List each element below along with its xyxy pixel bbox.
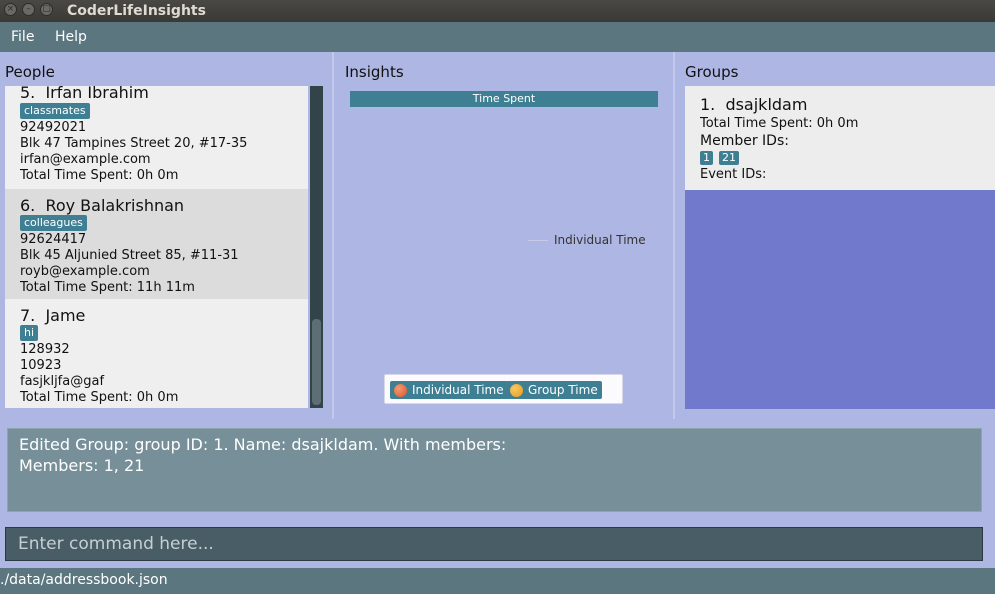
close-icon[interactable]: × bbox=[4, 3, 17, 16]
minimize-icon[interactable]: – bbox=[22, 3, 35, 16]
person-card[interactable]: 5. Irfan Ibrahim classmates 92492021 Blk… bbox=[5, 86, 308, 194]
pane-divider[interactable] bbox=[332, 52, 334, 419]
group-time-dot-icon bbox=[510, 384, 523, 397]
person-email: irfan@example.com bbox=[20, 152, 151, 167]
person-phone: 92492021 bbox=[20, 120, 87, 135]
group-time-spent: Total Time Spent: 0h 0m bbox=[700, 116, 859, 131]
chart-legend: Individual Time Group Time bbox=[384, 374, 623, 404]
result-line: Edited Group: group ID: 1. Name: dsajkld… bbox=[19, 435, 507, 454]
command-input[interactable] bbox=[5, 527, 983, 561]
person-address: 10923 bbox=[20, 358, 62, 373]
window-title: CoderLifeInsights bbox=[67, 3, 206, 19]
group-card[interactable]: 1. dsajkldam Total Time Spent: 0h 0m Mem… bbox=[685, 86, 995, 190]
person-time-spent: Total Time Spent: 0h 0m bbox=[20, 390, 179, 405]
group-member-label: Member IDs: bbox=[700, 133, 789, 149]
group-list-background bbox=[685, 190, 995, 409]
legend-label: Individual Time bbox=[412, 383, 504, 397]
group-name-text: dsajkldam bbox=[725, 95, 808, 114]
series-label: Individual Time bbox=[554, 233, 646, 247]
person-index: 7. bbox=[20, 306, 36, 325]
person-list-scrollbar[interactable] bbox=[310, 86, 323, 408]
person-name: 6. Roy Balakrishnan bbox=[20, 197, 184, 215]
group-index: 1. bbox=[700, 95, 716, 114]
insights-panel-title: Insights bbox=[345, 63, 404, 81]
title-bar: × – □ CoderLifeInsights bbox=[0, 0, 995, 22]
person-card[interactable]: 7. Jame hi 128932 10923 fasjkljfa@gaf To… bbox=[5, 299, 308, 408]
maximize-icon[interactable]: □ bbox=[40, 3, 53, 16]
scrollbar-thumb[interactable] bbox=[312, 319, 321, 405]
legend-item-group: Group Time bbox=[506, 381, 602, 399]
person-name: 7. Jame bbox=[20, 307, 85, 325]
person-phone: 128932 bbox=[20, 342, 70, 357]
group-event-label: Event IDs: bbox=[700, 167, 767, 182]
menu-bar: File Help bbox=[0, 22, 995, 52]
groups-panel-title: Groups bbox=[685, 63, 739, 81]
person-tag: colleagues bbox=[20, 215, 87, 231]
person-tag: classmates bbox=[20, 103, 90, 119]
person-list[interactable]: 5. Irfan Ibrahim classmates 92492021 Blk… bbox=[5, 86, 308, 408]
person-phone: 92624417 bbox=[20, 232, 87, 247]
member-id-tag: 21 bbox=[719, 151, 739, 165]
result-line: Members: 1, 21 bbox=[19, 456, 145, 475]
group-name: 1. dsajkldam bbox=[700, 96, 807, 114]
person-name-text: Jame bbox=[45, 306, 86, 325]
person-name: 5. Irfan Ibrahim bbox=[20, 86, 149, 102]
menu-file[interactable]: File bbox=[11, 29, 34, 45]
save-location: ./data/addressbook.json bbox=[0, 572, 168, 588]
person-time-spent: Total Time Spent: 11h 11m bbox=[20, 280, 195, 295]
pane-divider[interactable] bbox=[673, 52, 675, 419]
person-name-text: Irfan Ibrahim bbox=[45, 86, 149, 102]
legend-item-individual: Individual Time bbox=[390, 381, 508, 399]
person-index: 5. bbox=[20, 86, 36, 102]
person-email: royb@example.com bbox=[20, 264, 150, 279]
people-panel-title: People bbox=[5, 63, 55, 81]
series-line bbox=[528, 240, 548, 241]
menu-help[interactable]: Help bbox=[55, 29, 87, 45]
person-time-spent: Total Time Spent: 0h 0m bbox=[20, 168, 179, 183]
result-display: Edited Group: group ID: 1. Name: dsajkld… bbox=[7, 428, 982, 512]
individual-time-dot-icon bbox=[394, 384, 407, 397]
person-email: fasjkljfa@gaf bbox=[20, 374, 105, 389]
person-tag: hi bbox=[20, 325, 39, 341]
chart-title: Time Spent bbox=[350, 91, 658, 107]
status-bar: ./data/addressbook.json bbox=[0, 568, 995, 594]
person-name-text: Roy Balakrishnan bbox=[45, 196, 185, 215]
person-index: 6. bbox=[20, 196, 36, 215]
legend-label: Group Time bbox=[528, 383, 598, 397]
person-address: Blk 45 Aljunied Street 85, #11-31 bbox=[20, 248, 239, 263]
member-id-tag: 1 bbox=[700, 151, 713, 165]
person-card[interactable]: 6. Roy Balakrishnan colleagues 92624417 … bbox=[5, 189, 308, 299]
person-address: Blk 47 Tampines Street 20, #17-35 bbox=[20, 136, 248, 151]
